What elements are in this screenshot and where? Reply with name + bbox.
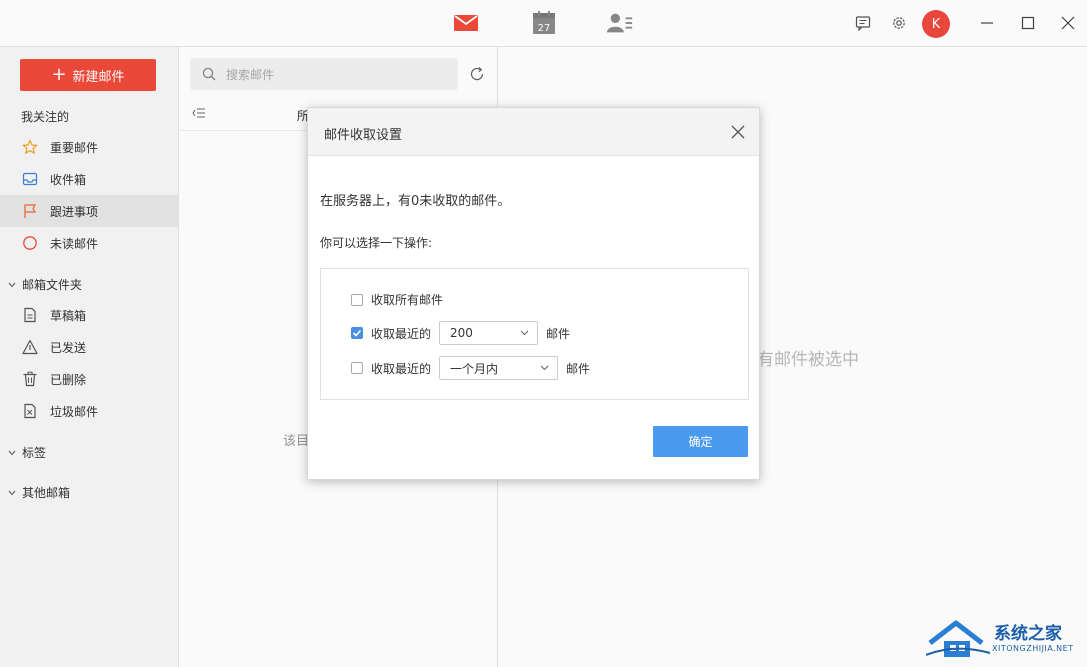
dialog-title: 邮件收取设置 <box>324 128 403 143</box>
house-logo-icon <box>925 620 991 657</box>
period-select[interactable]: 一个月内 <box>439 356 559 380</box>
ok-button[interactable]: 确定 <box>653 426 748 457</box>
chevron-down-icon <box>540 365 549 371</box>
select-value: 一个月内 <box>450 361 499 376</box>
dialog-message: 在服务器上，有0未收取的邮件。 <box>320 194 511 209</box>
select-value: 200 <box>450 326 473 340</box>
watermark-logo: 系统之家 XITONGZHIJIA.NET <box>925 617 1081 661</box>
recent-count-select[interactable]: 200 <box>439 321 539 345</box>
fetch-period-checkbox[interactable] <box>351 362 363 374</box>
option-suffix: 邮件 <box>546 326 571 341</box>
close-icon[interactable] <box>730 124 746 140</box>
watermark-title: 系统之家 <box>994 624 1062 644</box>
option-recent-period: 收取最近的 一个月内 邮件 <box>351 356 590 380</box>
fetch-recent-checkbox[interactable] <box>351 327 363 339</box>
options-box: 收取所有邮件 收取最近的 200 邮件 收取最近的 一个月内 邮件 <box>320 268 749 400</box>
watermark-subtitle: XITONGZHIJIA.NET <box>992 644 1074 653</box>
mail-fetch-dialog: 邮件收取设置 在服务器上，有0未收取的邮件。 你可以选择一下操作: 收取所有邮件… <box>307 107 760 480</box>
option-label: 收取所有邮件 <box>371 293 444 307</box>
option-suffix: 邮件 <box>566 361 591 376</box>
check-icon <box>352 329 362 337</box>
dialog-header: 邮件收取设置 <box>308 108 759 156</box>
chevron-down-icon <box>520 330 529 336</box>
option-label: 收取最近的 <box>371 361 432 376</box>
option-label: 收取最近的 <box>371 326 432 341</box>
option-all: 收取所有邮件 <box>351 291 443 308</box>
dialog-subtitle: 你可以选择一下操作: <box>320 236 433 250</box>
fetch-all-checkbox[interactable] <box>351 293 363 306</box>
option-recent-count: 收取最近的 200 邮件 <box>351 321 570 345</box>
